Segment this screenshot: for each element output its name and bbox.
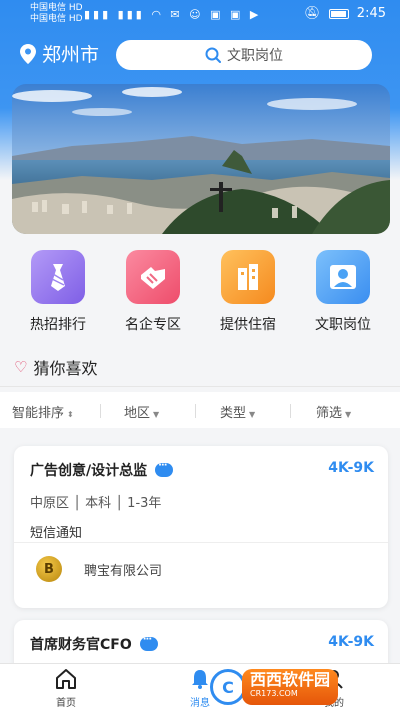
divider	[0, 386, 400, 387]
location-pin-icon	[20, 43, 36, 64]
chat-icon[interactable]	[139, 634, 158, 651]
sort-icon: ⬍	[67, 410, 74, 419]
filter-label: 智能排序	[12, 406, 65, 421]
status-icons: ▮▮▮ ▮▮▮ ◠ ✉ ☺ ▣ ▣ ▶	[84, 8, 262, 21]
category-grid: 热招排行 名企专区 提供住宿 文职岗位	[0, 250, 400, 340]
status-bar: 中国电信 HD 中国电信 HD ▮▮▮ ▮▮▮ ◠ ✉ ☺ ▣ ▣ ▶ 🔕︎ 2…	[0, 0, 400, 30]
chat-icon[interactable]	[155, 460, 174, 477]
handshake-icon	[126, 250, 180, 304]
watermark-text: 西西软件园 CR173.COM	[242, 669, 339, 705]
filter-label: 筛选	[316, 406, 343, 421]
category-famous-companies[interactable]: 名企专区	[108, 250, 198, 334]
home-icon	[56, 669, 76, 689]
job-title-row: 首席财务官CFO	[30, 634, 158, 654]
watermark-subtitle: CR173.COM	[250, 689, 298, 698]
filter-divider	[100, 404, 101, 418]
filter-divider	[290, 404, 291, 418]
category-label: 提供住宿	[220, 317, 276, 333]
caret-down-icon: ▼	[249, 410, 256, 419]
filter-smart-sort[interactable]: 智能排序 ⬍	[12, 402, 74, 421]
company-logo: B	[36, 556, 62, 582]
city-selector[interactable]: 郑州市	[20, 40, 99, 67]
caret-down-icon: ▼	[153, 410, 160, 419]
job-title: 首席财务官CFO	[30, 637, 132, 653]
category-hot-ranking[interactable]: 热招排行	[13, 250, 103, 334]
job-notice: 短信通知	[30, 526, 83, 541]
filter-divider	[195, 404, 196, 418]
category-label: 文职岗位	[315, 317, 371, 333]
job-tags: 中原区 │ 本科 │ 1-3年	[30, 496, 162, 511]
filter-label: 地区	[124, 406, 151, 421]
banner-image[interactable]	[12, 84, 390, 234]
company-row[interactable]: B 聘宝有限公司	[36, 556, 162, 582]
city-label: 郑州市	[42, 44, 100, 66]
tie-icon	[31, 250, 85, 304]
filter-bar: 智能排序 ⬍ 地区 ▼ 类型 ▼ 筛选 ▼	[0, 392, 400, 428]
filter-type[interactable]: 类型 ▼	[220, 402, 255, 421]
battery-icon	[328, 8, 349, 19]
filter-region[interactable]: 地区 ▼	[124, 402, 159, 421]
clock: 2:45	[356, 6, 386, 21]
mute-icon: 🔕︎	[304, 6, 321, 21]
search-icon	[205, 47, 221, 63]
watermark-logo-icon: C	[210, 669, 246, 705]
tab-home[interactable]: 首页	[36, 668, 96, 709]
category-accommodation[interactable]: 提供住宿	[203, 250, 293, 334]
watermark: C 西西软件园 CR173.COM	[210, 668, 390, 706]
guess-you-like-header: ♡ 猜你喜欢	[14, 355, 97, 379]
category-label: 名企专区	[125, 317, 181, 333]
person-card-icon	[316, 250, 370, 304]
section-title: 猜你喜欢	[33, 359, 98, 378]
category-clerical-jobs[interactable]: 文职岗位	[298, 250, 388, 334]
bell-icon	[192, 670, 208, 689]
carrier-info: 中国电信 HD 中国电信 HD	[30, 3, 83, 25]
job-salary: 4K-9K	[328, 634, 374, 650]
job-card[interactable]: 广告创意/设计总监 4K-9K 中原区 │ 本科 │ 1-3年 短信通知 B 聘…	[14, 446, 388, 608]
filter-more[interactable]: 筛选 ▼	[316, 402, 351, 421]
filter-label: 类型	[220, 406, 247, 421]
job-title-row: 广告创意/设计总监	[30, 460, 174, 480]
search-placeholder: 文职岗位	[227, 48, 283, 64]
company-name: 聘宝有限公司	[84, 563, 163, 579]
category-label: 热招排行	[30, 317, 86, 333]
carrier-2: 中国电信 HD	[30, 14, 83, 24]
building-icon	[221, 250, 275, 304]
tab-label: 首页	[56, 698, 76, 709]
job-title: 广告创意/设计总监	[30, 463, 148, 479]
card-divider	[14, 542, 388, 543]
status-right: 🔕︎ 2:45	[304, 6, 386, 21]
city-landscape-image	[12, 84, 390, 234]
caret-down-icon: ▼	[345, 410, 352, 419]
carrier-1: 中国电信 HD	[30, 3, 83, 13]
heart-icon: ♡	[14, 358, 28, 376]
job-salary: 4K-9K	[328, 460, 374, 476]
search-bar[interactable]: 文职岗位	[116, 40, 372, 70]
